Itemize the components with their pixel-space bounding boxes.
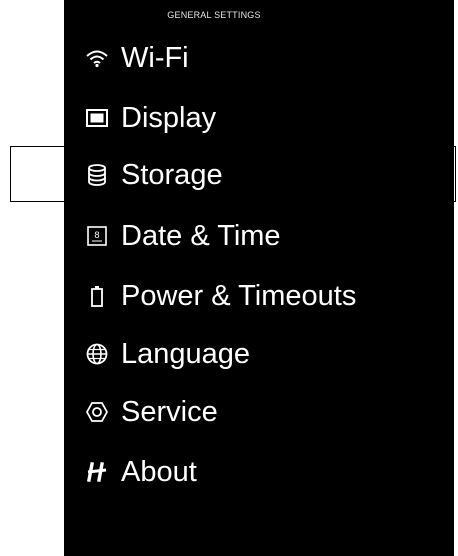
menu-item-display[interactable]: Display xyxy=(64,89,454,147)
storage-icon xyxy=(84,161,110,189)
menu-item-about[interactable]: About xyxy=(64,443,454,501)
menu-item-label: Power & Timeouts xyxy=(121,280,357,312)
menu-item-power-timeouts[interactable]: Power & Timeouts xyxy=(64,267,454,325)
wifi-icon xyxy=(84,44,110,72)
menu-item-label: Date & Time xyxy=(121,220,281,252)
menu-item-label: About xyxy=(121,456,197,488)
menu-item-label: Service xyxy=(121,396,218,428)
globe-icon xyxy=(84,340,110,368)
menu-item-language[interactable]: Language xyxy=(64,325,454,383)
battery-icon xyxy=(84,282,110,310)
menu-item-date-time[interactable]: 8 Date & Time xyxy=(64,207,454,265)
menu-item-label: Language xyxy=(121,338,251,370)
calendar-day-text: 8 xyxy=(94,230,99,240)
calendar-icon: 8 xyxy=(84,222,110,250)
brand-h-icon xyxy=(84,458,110,486)
menu-item-label: Wi-Fi xyxy=(121,42,189,74)
menu-item-service[interactable]: Service xyxy=(64,383,454,441)
page-title: GENERAL SETTINGS xyxy=(167,10,261,20)
menu-item-wifi[interactable]: Wi-Fi xyxy=(64,29,454,87)
menu-item-label: Storage xyxy=(121,159,223,191)
display-icon xyxy=(84,104,110,132)
menu-item-storage[interactable]: Storage xyxy=(64,146,454,204)
settings-screen: GENERAL SETTINGS Wi-Fi Display Storage 8… xyxy=(64,0,454,556)
service-icon xyxy=(84,398,110,426)
menu-item-label: Display xyxy=(121,102,217,134)
